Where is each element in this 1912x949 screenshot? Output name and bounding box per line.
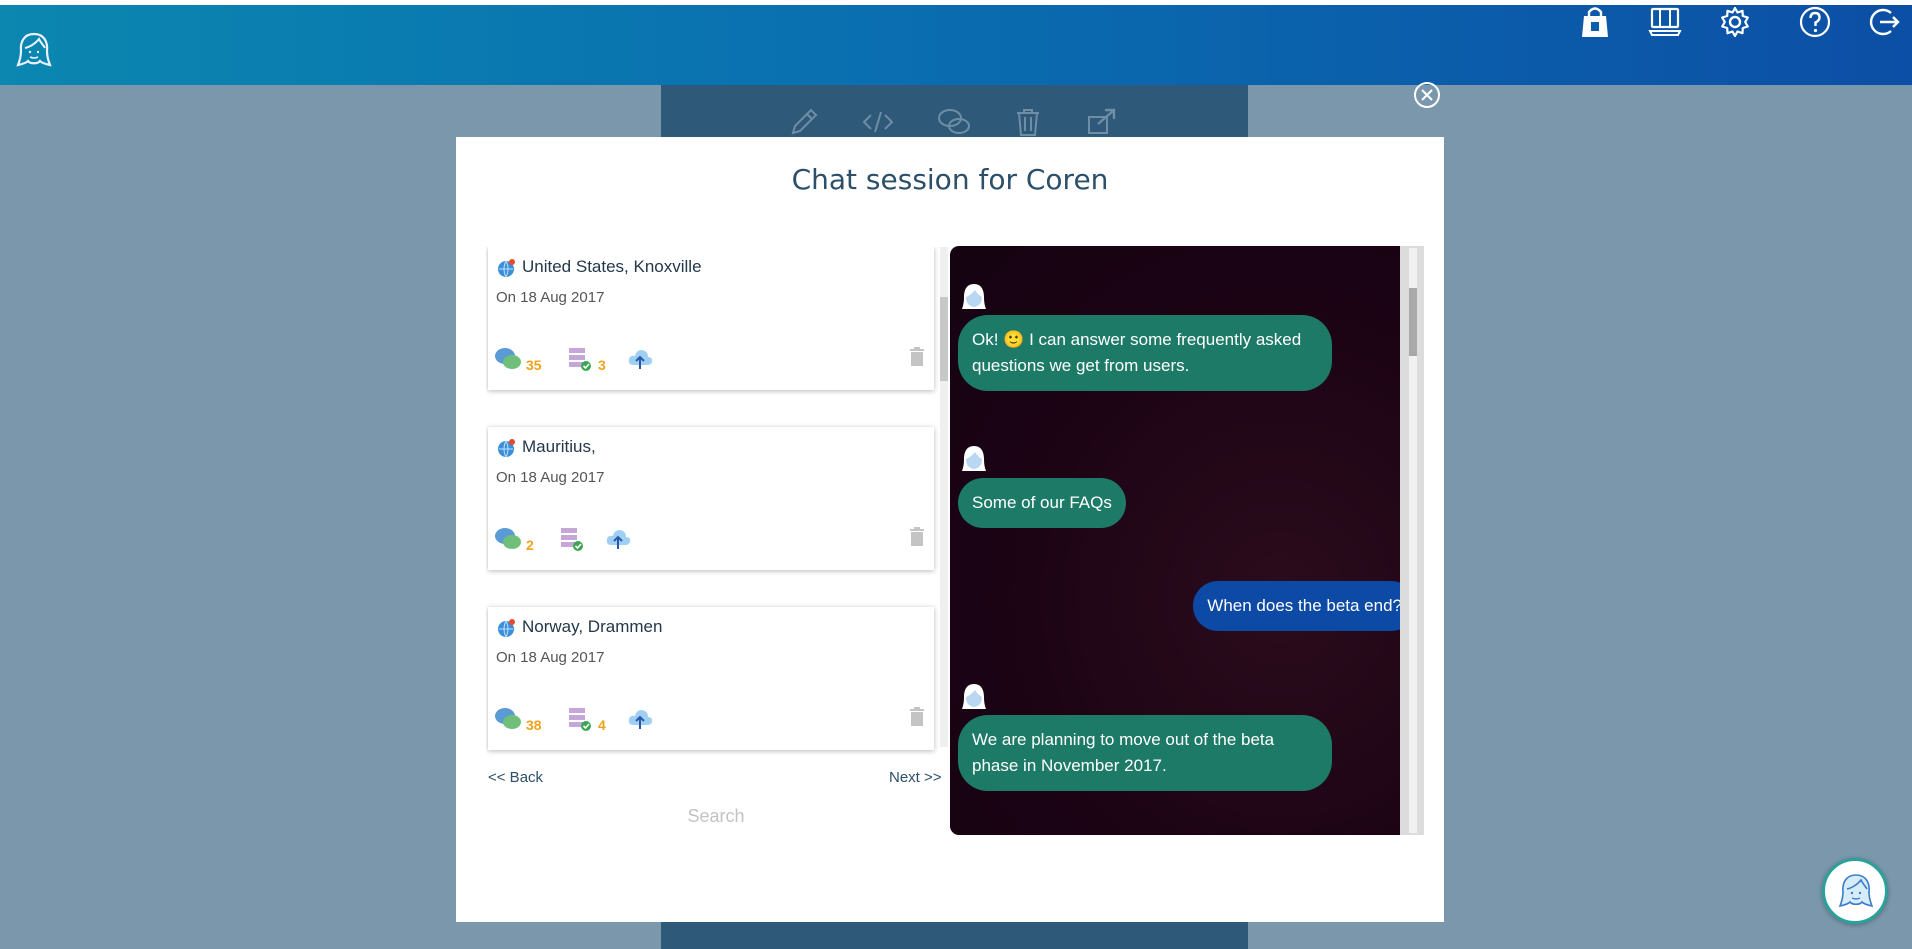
cloud-upload-icon[interactable]: [604, 525, 632, 553]
message-count: 2: [526, 537, 534, 553]
session-date: On 18 Aug 2017: [496, 649, 605, 666]
chat-scroll-thumb[interactable]: [1409, 288, 1417, 356]
close-modal-icon[interactable]: [1412, 80, 1442, 110]
session-date: On 18 Aug 2017: [496, 289, 605, 306]
cloud-upload-icon[interactable]: [626, 345, 654, 373]
chat-bubbles-icon[interactable]: [937, 105, 971, 139]
bot-avatar-icon: [962, 284, 986, 309]
chat-transcript[interactable]: Ok! 🙂 I can answer some frequently asked…: [950, 246, 1422, 835]
logout-icon[interactable]: [1866, 5, 1900, 39]
assistant-launcher-button[interactable]: [1822, 858, 1888, 924]
assistant-face-icon: [1838, 874, 1874, 908]
share-icon[interactable]: [1085, 105, 1119, 139]
help-icon[interactable]: [1798, 5, 1832, 39]
session-location: Norway, Drammen: [522, 617, 663, 636]
messages-icon: [495, 528, 521, 549]
cloud-upload-icon[interactable]: [626, 705, 654, 733]
bot-message: Ok! 🙂 I can answer some frequently asked…: [958, 315, 1332, 391]
messages-icon: [495, 708, 521, 729]
session-card[interactable]: United States, Knoxville On 18 Aug 2017 …: [488, 247, 934, 390]
bot-message-text: Ok!: [972, 330, 1004, 349]
user-message: When does the beta end?: [1193, 581, 1416, 631]
session-card[interactable]: Mauritius, On 18 Aug 2017 2: [488, 427, 934, 570]
shopping-bag-icon[interactable]: [1578, 5, 1612, 39]
search-input[interactable]: [576, 801, 856, 831]
session-location: United States, Knoxville: [522, 257, 702, 276]
monitor-icon[interactable]: [1648, 5, 1682, 39]
next-link[interactable]: Next >>: [889, 769, 942, 786]
bot-message: Some of our FAQs: [958, 478, 1126, 528]
messages-icon: [495, 348, 521, 369]
session-list-scrollbar[interactable]: [940, 247, 948, 747]
message-count: 35: [526, 357, 542, 373]
smiley-emoji: 🙂: [1003, 330, 1025, 349]
delete-session-icon[interactable]: [908, 526, 926, 548]
intents-icon: [569, 348, 591, 371]
delete-session-icon[interactable]: [908, 706, 926, 728]
globe-icon: [498, 259, 515, 278]
session-list-scroll-thumb[interactable]: [940, 297, 948, 381]
session-card[interactable]: Norway, Drammen On 18 Aug 2017 38 4: [488, 607, 934, 750]
bot-message: We are planning to move out of the beta …: [958, 715, 1332, 791]
back-link[interactable]: << Back: [488, 769, 543, 786]
chat-session-modal: Chat session for Coren United States, Kn…: [456, 137, 1444, 922]
session-list[interactable]: United States, Knoxville On 18 Aug 2017 …: [486, 247, 944, 881]
chat-scrollbar[interactable]: [1400, 246, 1424, 835]
intent-count: 3: [598, 357, 606, 373]
message-count: 38: [526, 717, 542, 733]
intents-icon: [561, 528, 583, 551]
session-date: On 18 Aug 2017: [496, 469, 605, 486]
pencil-icon[interactable]: [787, 105, 821, 139]
brand-face-icon[interactable]: [16, 31, 52, 71]
intent-count: 4: [598, 717, 606, 733]
gear-icon[interactable]: [1718, 5, 1752, 39]
bot-avatar-icon: [962, 684, 986, 709]
modal-title: Chat session for Coren: [791, 163, 1109, 196]
session-location: Mauritius,: [522, 437, 596, 456]
bot-avatar-icon: [962, 446, 986, 471]
delete-session-icon[interactable]: [908, 346, 926, 368]
trash-icon[interactable]: [1011, 105, 1045, 139]
code-icon[interactable]: [861, 105, 895, 139]
globe-icon: [498, 619, 515, 638]
intents-icon: [569, 708, 591, 731]
app-header: [0, 5, 1912, 85]
globe-icon: [498, 439, 515, 458]
